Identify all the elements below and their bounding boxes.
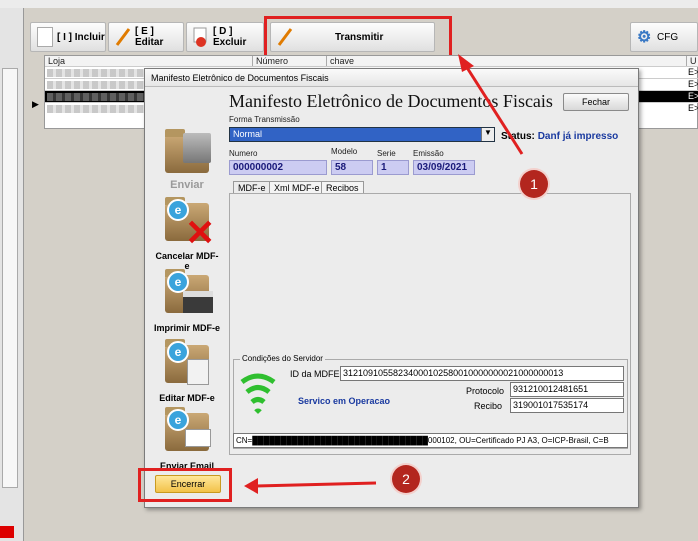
annotation-arrows [244,54,524,494]
annotation-badge-2: 2 [392,465,420,493]
annotation-badge-1: 1 [520,170,548,198]
